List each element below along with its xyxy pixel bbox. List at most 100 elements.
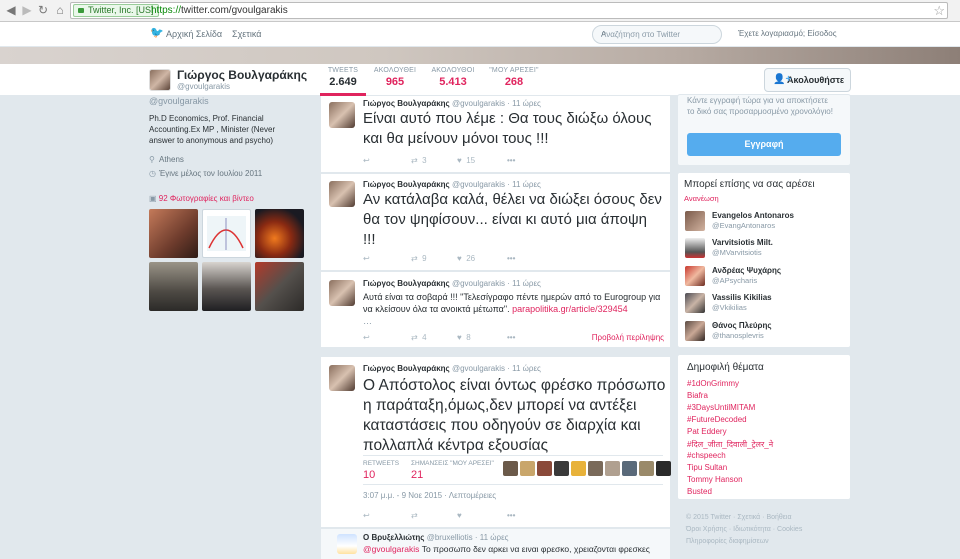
more-icon[interactable]: ••• — [507, 511, 515, 520]
avatar[interactable] — [685, 321, 705, 341]
avatar[interactable] — [329, 102, 355, 128]
retweet-icon[interactable]: ⇄ — [411, 511, 418, 520]
star-icon[interactable]: ☆ — [933, 3, 945, 19]
nav-home[interactable]: Αρχική Σελίδα — [166, 29, 222, 39]
trend-item[interactable]: Busted — [687, 487, 712, 496]
like-icon[interactable]: ♥ — [457, 511, 462, 520]
liker-avatar[interactable] — [639, 461, 654, 476]
tab-followers[interactable]: ΑΚΟΛΟΥΘΟΙ 5.413 — [428, 67, 478, 88]
profile-bio: Ph.D Economics, Prof. Financial Accounti… — [149, 114, 276, 145]
photo-thumbnail[interactable] — [149, 262, 198, 311]
search-icon[interactable]: ⌕ — [601, 28, 611, 39]
tab-tweets[interactable]: TWEETS 2.649 — [322, 67, 364, 88]
like-icon[interactable]: ♥ 8 — [457, 333, 471, 342]
trend-item[interactable]: #chspeech — [687, 451, 726, 460]
liker-avatar[interactable] — [537, 461, 552, 476]
trend-item[interactable]: #1dOnGrimmy — [687, 379, 739, 388]
avatar[interactable] — [685, 211, 705, 231]
login-link[interactable]: Έχετε λογαριασμό; Είσοδος — [738, 29, 837, 38]
liker-avatar[interactable] — [554, 461, 569, 476]
retweet-icon[interactable]: ⇄ 4 — [411, 333, 427, 342]
avatar[interactable] — [685, 238, 705, 258]
signup-button[interactable]: Εγγραφή — [687, 133, 841, 156]
reply-icon[interactable]: ↩ — [363, 333, 370, 342]
trend-item[interactable]: #FutureDecoded — [687, 415, 747, 424]
footer-links[interactable]: Πληροφορίες διαφημίσεων — [686, 538, 769, 545]
reply-icon[interactable]: ↩ — [363, 511, 370, 520]
retweet-icon[interactable]: ⇄ 3 — [411, 156, 427, 165]
tweet[interactable]: Γιώργος Βουλγαράκης @gvoulgarakis · 11 ώ… — [321, 174, 670, 271]
liker-avatar[interactable] — [656, 461, 671, 476]
trend-item[interactable]: Biafra — [687, 391, 708, 400]
photo-thumbnail[interactable] — [202, 262, 251, 311]
home-icon[interactable]: ⌂ — [53, 3, 67, 17]
camera-icon: ▣ — [149, 194, 157, 203]
trend-item[interactable]: #3DaysUntilMITAM — [687, 403, 755, 412]
liker-avatar[interactable] — [520, 461, 535, 476]
profile-name[interactable]: Γιώργος Βουλγαράκης — [177, 68, 307, 82]
trend-item[interactable]: Pat Eddery — [687, 427, 727, 436]
search-input[interactable]: Αναζήτηση στο Twitter ⌕ — [592, 25, 722, 44]
avatar[interactable] — [337, 534, 357, 554]
avatar[interactable] — [685, 266, 705, 286]
tweet-expanded[interactable]: Γιώργος Βουλγαράκης @gvoulgarakis · 11 ώ… — [321, 357, 671, 528]
photo-thumbnail[interactable] — [255, 209, 304, 258]
nav-about[interactable]: Σχετικά — [232, 29, 261, 39]
trend-item[interactable]: Tipu Sultan — [687, 463, 727, 472]
address-bar[interactable]: Twitter, Inc. [US] https://twitter.com/g… — [70, 2, 948, 19]
suggested-user[interactable]: Varvitsiotis Milt. @MVarvitsiotis — [685, 237, 845, 261]
reply-tweet[interactable]: Ο Βρυξελλιώτης @bruxelliotis · 11 ώρες @… — [321, 529, 670, 559]
back-icon[interactable]: ◀ — [4, 3, 18, 17]
more-icon[interactable]: ••• — [507, 254, 515, 263]
suggested-user[interactable]: Θάνος Πλεύρης @thanosplevris — [685, 320, 845, 344]
ssl-badge[interactable]: Twitter, Inc. [US] — [73, 4, 159, 17]
liker-avatar[interactable] — [605, 461, 620, 476]
photos-link[interactable]: ▣ 92 Φωτογραφίες και βίντεο — [149, 194, 254, 203]
tweet[interactable]: Γιώργος Βουλγαράκης @gvoulgarakis · 11 ώ… — [321, 272, 670, 348]
retweet-icon[interactable]: ⇄ 9 — [411, 254, 427, 263]
reply-icon[interactable]: ↩ — [363, 254, 370, 263]
refresh-link[interactable]: Ανανέωση — [684, 194, 719, 203]
liker-avatar[interactable] — [622, 461, 637, 476]
suggested-user[interactable]: Vassilis Kikilias @Vkikilias — [685, 292, 845, 316]
avatar[interactable] — [149, 69, 171, 91]
avatar[interactable] — [329, 181, 355, 207]
profile-handle[interactable]: @gvoulgarakis — [177, 82, 230, 91]
like-icon[interactable]: ♥ 15 — [457, 156, 475, 165]
liker-avatar[interactable] — [571, 461, 586, 476]
photo-thumbnail[interactable] — [202, 209, 251, 258]
tweet-stats: RETWEETS 10 ΣΗΜΑΝΣΕΙΣ "ΜΟΥ ΑΡΕΣΕΙ" 21 — [363, 455, 671, 485]
photo-thumbnail[interactable] — [149, 209, 198, 258]
url-text[interactable]: https://twitter.com/gvoulgarakis — [151, 5, 288, 16]
sidebar-handle[interactable]: @gvoulgarakis — [149, 96, 209, 106]
more-icon[interactable]: ••• — [507, 333, 515, 342]
photo-thumbnail[interactable] — [255, 262, 304, 311]
tweet[interactable]: Γιώργος Βουλγαράκης @gvoulgarakis · 11 ώ… — [321, 96, 670, 173]
liker-avatar[interactable] — [503, 461, 518, 476]
reply-icon[interactable]: ↩ — [363, 156, 370, 165]
retweet-count[interactable]: 10 — [363, 469, 375, 481]
avatar[interactable] — [685, 293, 705, 313]
avatar[interactable] — [329, 280, 355, 306]
forward-icon[interactable]: ▶ — [20, 3, 34, 17]
reload-icon[interactable]: ↻ — [36, 3, 50, 17]
more-icon[interactable]: ••• — [507, 156, 515, 165]
liker-avatar[interactable] — [588, 461, 603, 476]
suggested-user[interactable]: Ανδρέας Ψυχάρης @APsycharis — [685, 265, 845, 289]
tab-following[interactable]: ΑΚΟΛΟΥΘΕΙ 965 — [370, 67, 420, 88]
calendar-icon: ◷ — [149, 169, 156, 178]
follow-button[interactable]: 👤+ Ακολουθήστε — [764, 68, 851, 92]
twitter-bird-icon[interactable]: 🐦 — [150, 28, 164, 39]
avatar[interactable] — [329, 365, 355, 391]
like-icon[interactable]: ♥ 26 — [457, 254, 475, 263]
like-count[interactable]: 21 — [411, 469, 423, 481]
footer-links[interactable]: Όροι Χρήσης · Ιδιωτικότητα · Cookies — [686, 526, 802, 533]
footer-links[interactable]: © 2015 Twitter · Σχετικά · Βοήθεια — [686, 514, 792, 521]
tweet-text: Αυτά είναι τα σοβαρά !!! "Τελεσίγραφο πέ… — [363, 292, 661, 326]
view-summary-link[interactable]: Προβολή περίληψης — [592, 333, 664, 342]
trend-item[interactable]: #दिल_जीता_दिवाली_ट्रेलर_ने — [687, 439, 773, 450]
tweet-link[interactable]: parapolitika.gr/article/329454 — [512, 304, 628, 314]
tab-likes[interactable]: "ΜΟΥ ΑΡΕΣΕΙ" 268 — [488, 67, 540, 88]
trend-item[interactable]: Tommy Hanson — [687, 475, 743, 484]
suggested-user[interactable]: Evangelos Antonaros @EvangAntonaros — [685, 210, 845, 234]
